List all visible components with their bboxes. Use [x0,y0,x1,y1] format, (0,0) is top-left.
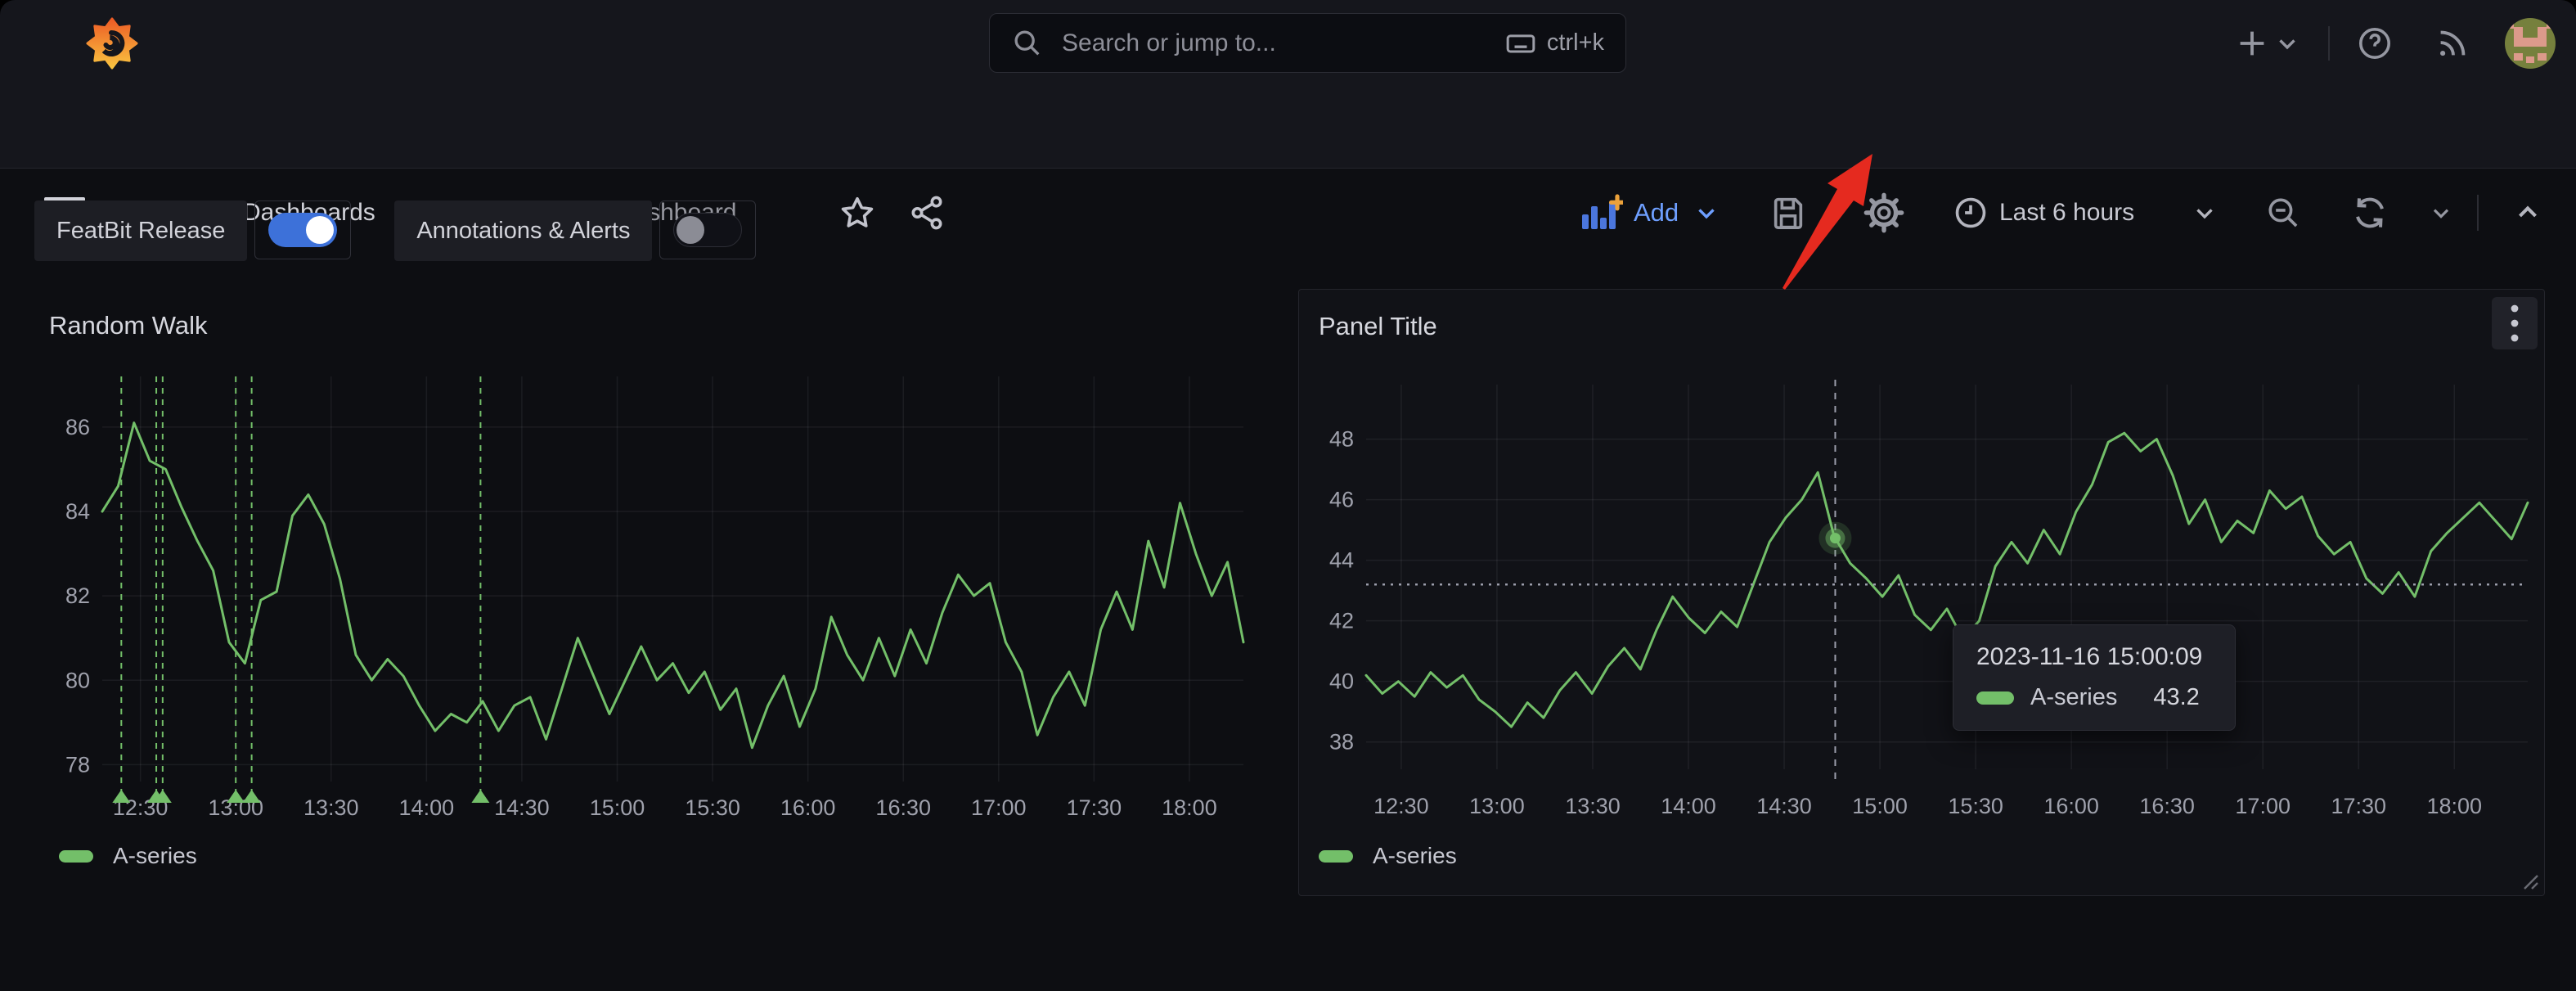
x-tick-label: 14:00 [1661,794,1716,818]
search-box[interactable]: ctrl+k [989,13,1626,73]
keyboard-icon [1504,27,1537,60]
refresh-icon[interactable] [2346,172,2394,254]
hover-marker-core [1830,533,1841,543]
top-nav-bar: ctrl+k [0,0,2576,86]
x-tick-label: 15:00 [1852,794,1908,818]
kebab-icon [2510,302,2520,345]
switch-on[interactable] [268,213,337,247]
series-line [1366,433,2528,727]
dashboard-toolbar: Home › Dashboards › FeatBit Demo Dashboa… [0,86,2576,169]
x-tick-label: 15:30 [685,795,740,820]
switch-knob [306,216,334,244]
y-tick-label: 48 [1329,427,1354,452]
y-tick-label: 82 [65,583,90,608]
clock-icon[interactable] [1949,172,1992,254]
search-icon [1011,27,1044,60]
app-window: ctrl+k [0,0,2576,991]
refresh-interval-chevron-icon[interactable] [2423,172,2459,254]
save-icon[interactable] [1765,172,1811,254]
x-tick-label: 17:00 [2235,794,2291,818]
panel-title-chart[interactable]: 48 46 44 42 40 38 12:30 13:00 13:30 14:00 14:30 15:… [1309,376,2536,822]
toggle-annotations[interactable] [659,200,756,259]
tooltip-timestamp: 2023-11-16 15:00:09 [1976,643,2212,671]
panel-title[interactable]: Panel Title [1319,312,1437,341]
legend-item[interactable]: A-series [59,843,197,869]
tooltip-series-pill [1976,691,2014,705]
y-tick-label: 46 [1329,488,1354,512]
toggle-group-annotations: Annotations & Alerts [394,200,756,261]
y-tick-label: 42 [1329,609,1354,633]
legend-item[interactable]: A-series [1319,843,1457,869]
chart-tooltip: 2023-11-16 15:00:09 A-series 43.2 [1953,624,2236,731]
add-button[interactable]: Add [1634,172,1679,254]
gear-icon[interactable] [1859,172,1909,254]
y-tick-label: 40 [1329,669,1354,694]
dashboard-controls-row: FeatBit Release Annotations & Alerts [34,200,756,261]
legend-label: A-series [113,843,197,869]
x-tick-label: 17:00 [971,795,1027,820]
random-walk-chart[interactable]: 868482807812:3013:0013:3014:0014:3015:00… [33,368,1276,827]
x-tick-label: 17:30 [2331,794,2386,818]
x-tick-label: 16:00 [780,795,836,820]
x-tick-label: 14:30 [1756,794,1812,818]
x-tick-label: 13:30 [303,795,359,820]
x-tick-label: 17:30 [1067,795,1122,820]
toggle-label-annotations: Annotations & Alerts [394,200,652,261]
x-tick-label: 13:30 [1565,794,1621,818]
add-new-button[interactable] [2229,0,2275,86]
x-tick-label: 16:30 [875,795,931,820]
x-tick-label: 14:30 [494,795,550,820]
zoom-out-icon[interactable] [2259,172,2307,254]
add-new-chevron-icon[interactable] [2270,0,2304,86]
legend-label: A-series [1373,843,1457,869]
grafana-logo[interactable] [84,16,140,71]
y-tick-label: 38 [1329,730,1354,755]
grafana-screen: ctrl+k [0,0,2576,991]
toolbar-divider [2477,195,2479,231]
bar-chart-add-icon[interactable] [1577,172,1626,254]
collapse-toolbar-icon[interactable] [2505,172,2551,254]
panel-resize-handle[interactable] [2518,869,2539,890]
time-range-picker[interactable]: Last 6 hours [1999,172,2134,254]
series-color-pill [59,850,93,863]
x-tick-label: 16:00 [2043,794,2099,818]
y-tick-label: 44 [1329,548,1354,573]
toggle-label-featbit-release: FeatBit Release [34,200,247,261]
x-tick-label: 14:00 [399,795,455,820]
x-tick-label: 12:30 [1373,794,1429,818]
x-tick-label: 13:00 [1469,794,1525,818]
help-icon[interactable] [2352,0,2398,86]
toggle-group-featbit: FeatBit Release [34,200,351,261]
search-shortcut: ctrl+k [1504,27,1604,60]
switch-knob [677,216,704,244]
toggle-featbit-release[interactable] [254,200,351,259]
add-chevron-icon[interactable] [1688,172,1725,254]
y-tick-label: 78 [65,752,90,777]
avatar[interactable] [2503,0,2557,86]
annotation-marker [471,790,489,803]
topbar-divider [2328,26,2330,61]
series-color-pill [1319,850,1353,863]
favorite-star-icon[interactable] [833,172,882,254]
tooltip-series-value: 43.2 [2153,684,2199,711]
share-icon[interactable] [902,172,951,254]
x-tick-label: 18:00 [1162,795,1217,820]
panel-menu-button[interactable] [2492,297,2538,349]
panel-title-random-walk[interactable]: Random Walk [49,311,208,340]
x-tick-label: 18:00 [2426,794,2482,818]
y-tick-label: 80 [65,668,90,692]
x-tick-label: 15:00 [590,795,645,820]
x-tick-label: 16:30 [2139,794,2195,818]
y-tick-label: 84 [65,499,90,524]
x-tick-label: 15:30 [1948,794,2003,818]
switch-off[interactable] [673,213,742,247]
series-line [102,423,1243,748]
search-input[interactable] [1060,29,1504,58]
time-range-chevron-icon[interactable] [2186,172,2223,254]
news-icon[interactable] [2430,0,2475,86]
y-tick-label: 86 [65,415,90,439]
tooltip-series-name: A-series [2030,684,2117,711]
